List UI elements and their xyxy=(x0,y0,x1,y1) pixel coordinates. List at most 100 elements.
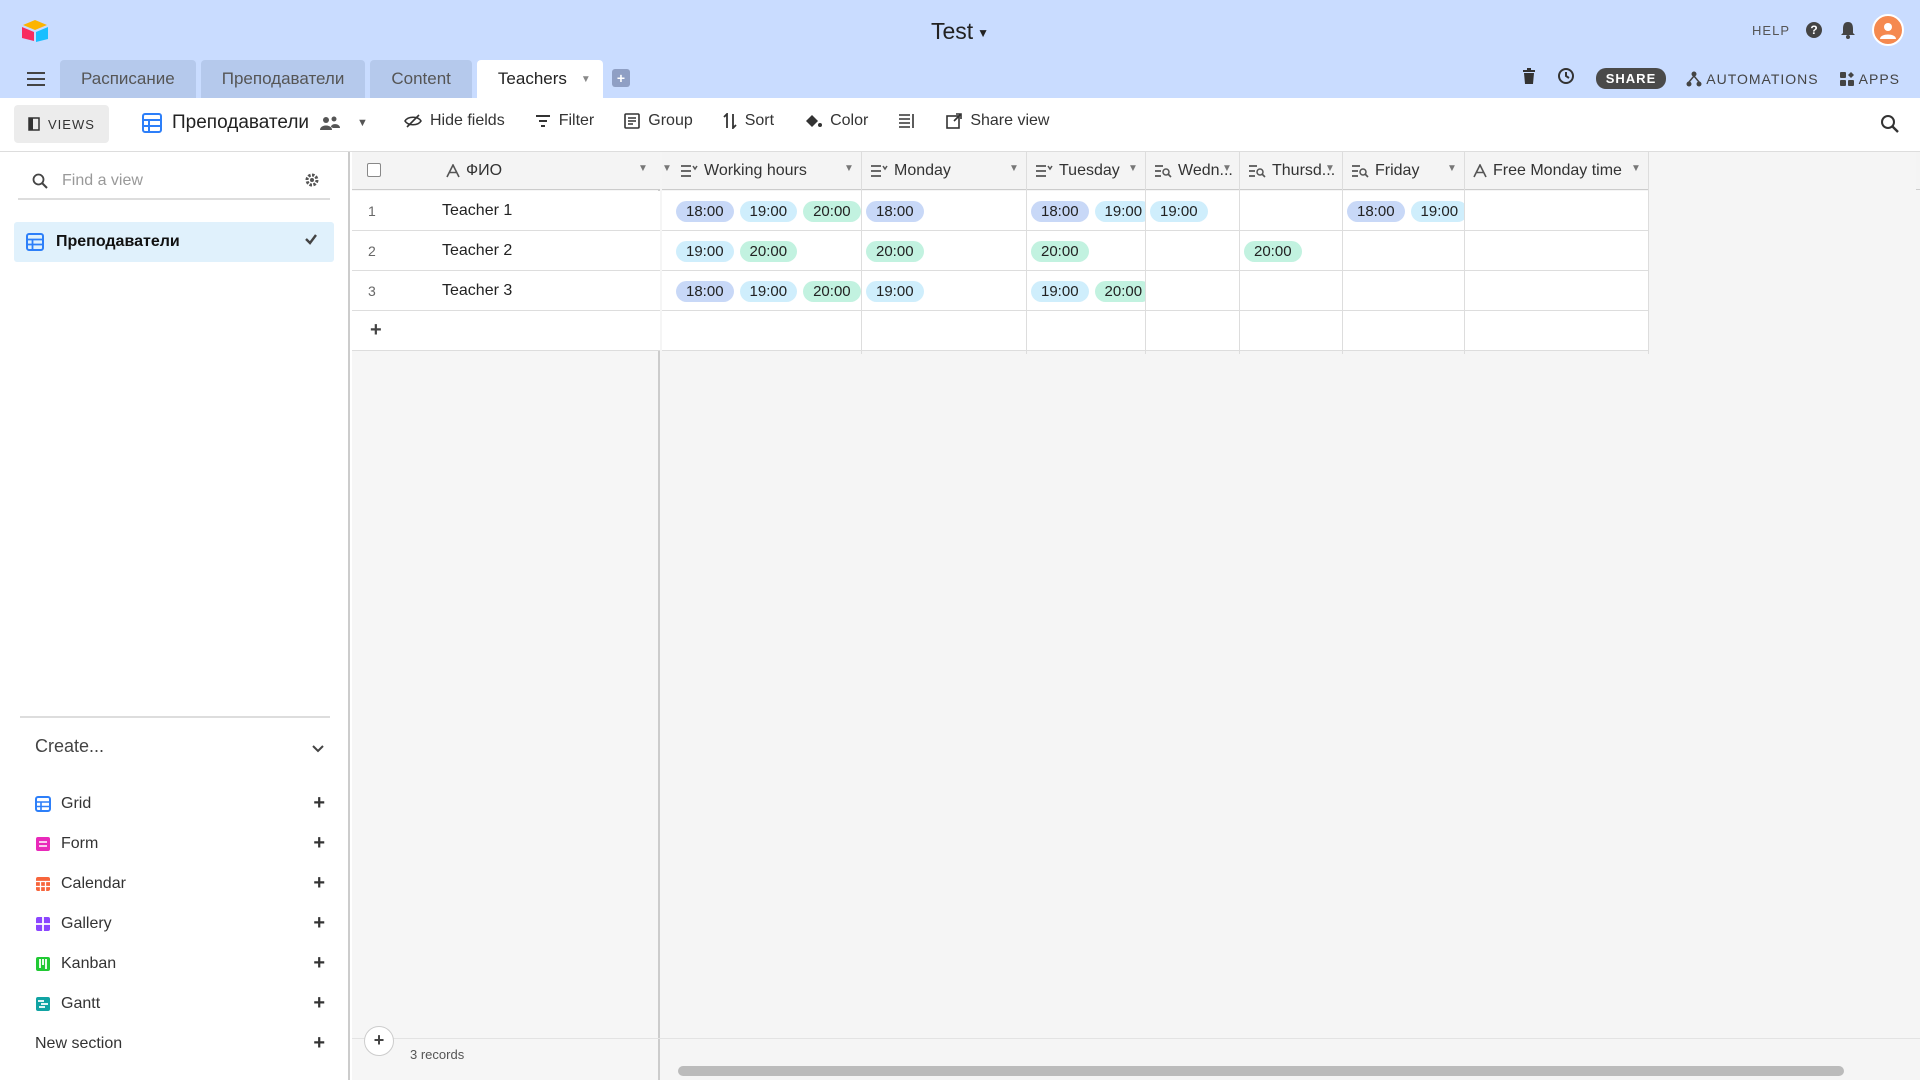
view-list-item[interactable]: Преподаватели xyxy=(14,222,334,262)
row-height-button[interactable] xyxy=(898,113,916,129)
chevron-down-icon[interactable]: ▼ xyxy=(581,74,591,85)
free-monday-time-cell[interactable] xyxy=(1465,271,1648,311)
help-link[interactable]: HELP xyxy=(1752,23,1790,38)
thursday-cell[interactable] xyxy=(1240,271,1342,311)
teacher-name-cell[interactable]: Teacher 1 xyxy=(442,202,512,220)
primary-field-header[interactable]: ФИО xyxy=(446,162,502,180)
menu-icon[interactable] xyxy=(27,72,45,86)
working-hours-field-header[interactable]: Working hours xyxy=(680,162,807,180)
select-all-checkbox[interactable] xyxy=(367,163,381,177)
table-row[interactable]: 3 Teacher 3 xyxy=(352,271,660,311)
find-view-input[interactable] xyxy=(62,172,292,190)
table-tabs: Расписание Преподаватели Content Teacher… xyxy=(60,60,603,98)
monday-cell[interactable]: 19:00 xyxy=(862,271,1026,311)
teacher-name-cell[interactable]: Teacher 2 xyxy=(442,242,512,260)
chevron-down-icon[interactable]: ▼ xyxy=(1128,163,1138,174)
base-title[interactable]: Test ▼ xyxy=(0,18,1920,45)
views-toggle-button[interactable]: VIEWS xyxy=(14,105,109,143)
find-view xyxy=(18,164,330,200)
gear-icon[interactable] xyxy=(304,172,320,193)
monday-cell[interactable]: 18:00 xyxy=(862,191,1026,231)
text-field-icon xyxy=(446,164,460,178)
chevron-down-icon[interactable]: ▼ xyxy=(1009,163,1019,174)
hide-fields-button[interactable]: Hide fields xyxy=(404,112,505,130)
table-row[interactable]: 1 Teacher 1 xyxy=(352,191,660,231)
color-button[interactable]: Color xyxy=(804,112,868,130)
tab-raspisanie[interactable]: Расписание xyxy=(60,60,196,98)
working-hours-cell[interactable]: 18:00 19:00 20:00 xyxy=(672,271,861,311)
add-table-icon[interactable]: + xyxy=(612,69,630,87)
add-record-button[interactable]: + xyxy=(364,1026,394,1056)
tuesday-cell[interactable]: 19:00 20:00 xyxy=(1027,271,1145,311)
create-gantt-button[interactable]: Gantt + xyxy=(35,992,325,1016)
history-icon[interactable] xyxy=(1556,66,1576,91)
working-hours-cell[interactable]: 18:00 19:00 20:00 xyxy=(672,191,861,231)
thursday-cell[interactable] xyxy=(1240,191,1342,231)
share-button[interactable]: SHARE xyxy=(1595,68,1667,89)
bell-icon[interactable] xyxy=(1838,20,1858,40)
add-field-button[interactable]: + xyxy=(1916,152,1920,190)
sort-button[interactable]: Sort xyxy=(723,112,774,130)
current-view-switcher[interactable]: Преподаватели ▼ xyxy=(142,112,368,134)
free-monday-time-cell[interactable] xyxy=(1465,191,1648,231)
create-calendar-button[interactable]: Calendar + xyxy=(35,872,325,896)
wednesday-cell[interactable] xyxy=(1146,271,1239,311)
create-gallery-button[interactable]: Gallery + xyxy=(35,912,325,936)
plus-icon: + xyxy=(370,319,382,341)
add-record-row[interactable]: + xyxy=(352,311,660,351)
create-kanban-button[interactable]: Kanban + xyxy=(35,952,325,976)
time-option-pill: 20:00 xyxy=(1094,280,1145,302)
chevron-down-icon[interactable]: ▼ xyxy=(1631,163,1641,174)
primary-field-header-label: ФИО xyxy=(466,162,503,179)
column-free-monday-time: Free Monday time ▼ xyxy=(1465,152,1649,354)
search-icon[interactable] xyxy=(1880,114,1900,139)
avatar[interactable] xyxy=(1872,14,1904,46)
group-button[interactable]: Group xyxy=(624,112,693,130)
automations-button[interactable]: AUTOMATIONS xyxy=(1686,71,1818,87)
chevron-down-icon[interactable]: ▼ xyxy=(1222,163,1232,174)
time-option-pill: 20:00 xyxy=(803,200,861,222)
share-view-button[interactable]: Share view xyxy=(946,112,1049,130)
friday-cell[interactable] xyxy=(1343,231,1464,271)
chevron-down-icon[interactable]: ▼ xyxy=(638,163,648,174)
tuesday-field-header[interactable]: Tuesday xyxy=(1035,162,1120,180)
thursday-cell[interactable]: 20:00 xyxy=(1240,231,1342,271)
tab-prepodavateli[interactable]: Преподаватели xyxy=(200,60,366,98)
tab-content[interactable]: Content xyxy=(370,60,472,98)
working-hours-header-label: Working hours xyxy=(704,162,807,179)
form-view-icon xyxy=(36,837,50,851)
horizontal-scrollbar[interactable] xyxy=(678,1066,1844,1076)
create-gallery-label: Gallery xyxy=(61,915,112,932)
friday-field-header[interactable]: Friday xyxy=(1351,162,1419,180)
filter-button[interactable]: Filter xyxy=(535,112,594,130)
create-form-button[interactable]: Form + xyxy=(35,832,325,856)
apps-label: APPS xyxy=(1858,70,1900,87)
working-hours-cell[interactable]: 19:00 20:00 xyxy=(672,231,861,271)
wednesday-cell[interactable] xyxy=(1146,231,1239,271)
teacher-name-cell[interactable]: Teacher 3 xyxy=(442,282,512,300)
create-grid-button[interactable]: Grid + xyxy=(35,792,325,816)
chevron-down-icon[interactable]: ▼ xyxy=(1447,163,1457,174)
create-new-section-button[interactable]: New section + xyxy=(35,1032,325,1056)
apps-button[interactable]: APPS xyxy=(1839,71,1900,87)
chevron-down-icon[interactable]: ▼ xyxy=(1325,163,1335,174)
tuesday-cell[interactable]: 18:00 19:00 xyxy=(1027,191,1145,231)
wednesday-cell[interactable]: 19:00 xyxy=(1146,191,1239,231)
chevron-down-icon[interactable]: ▼ xyxy=(844,163,854,174)
friday-cell[interactable]: 18:00 19:00 xyxy=(1343,191,1464,231)
create-section-toggle[interactable]: Create... xyxy=(35,736,325,757)
time-option-pill: 18:00 xyxy=(1031,200,1089,222)
table-row[interactable]: 2 Teacher 2 xyxy=(352,231,660,271)
tab-teachers[interactable]: Teachers ▼ xyxy=(476,60,603,98)
help-icon[interactable]: ? xyxy=(1804,20,1824,40)
trash-icon[interactable] xyxy=(1522,67,1536,90)
free-monday-time-cell[interactable] xyxy=(1465,231,1648,271)
monday-cell[interactable]: 20:00 xyxy=(862,231,1026,271)
thursday-field-header[interactable]: Thursd... xyxy=(1248,162,1335,180)
tuesday-cell[interactable]: 20:00 xyxy=(1027,231,1145,271)
chevron-down-icon[interactable]: ▼ xyxy=(662,163,672,174)
monday-field-header[interactable]: Monday xyxy=(870,162,951,180)
multi-select-icon xyxy=(871,165,888,177)
free-monday-time-field-header[interactable]: Free Monday time xyxy=(1473,162,1622,180)
friday-cell[interactable] xyxy=(1343,271,1464,311)
